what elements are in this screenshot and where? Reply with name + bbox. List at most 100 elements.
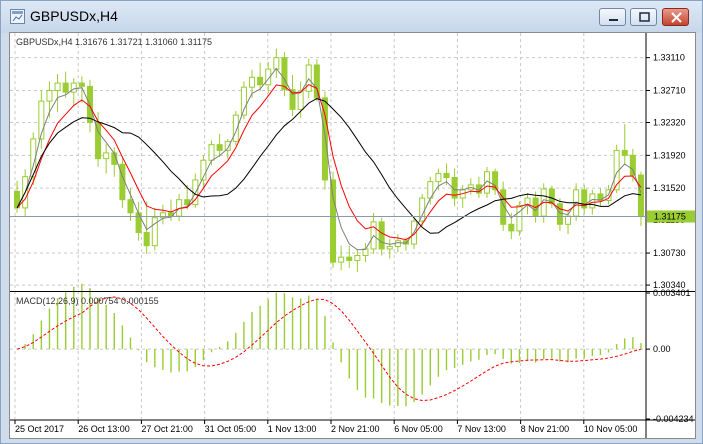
- candle: [273, 48, 280, 79]
- candle-body: [143, 232, 150, 247]
- time-axis-label: 6 Nov 05:00: [394, 424, 443, 434]
- price-axis-label: 1.31520: [653, 183, 686, 193]
- time-axis-label: 31 Oct 05:00: [205, 424, 257, 434]
- candle: [289, 74, 296, 116]
- candle-body: [556, 203, 563, 225]
- price-axis-label: 1.33110: [653, 53, 685, 63]
- candle: [135, 202, 142, 241]
- candle-body: [127, 199, 134, 214]
- title-bar[interactable]: GBPUSDx,H4: [1, 1, 702, 33]
- time-axis-label: 8 Nov 21:00: [521, 424, 570, 434]
- candle: [354, 248, 361, 272]
- candle-body: [119, 163, 126, 201]
- time-axis-label: 25 Oct 2017: [15, 424, 64, 434]
- candle-body: [208, 144, 215, 161]
- candle: [475, 176, 482, 199]
- candle-body: [629, 154, 636, 176]
- close-icon: [671, 12, 682, 23]
- candle: [370, 212, 377, 254]
- candle-body: [443, 172, 450, 179]
- candle: [281, 51, 288, 97]
- candle-body: [338, 256, 345, 263]
- chart-area[interactable]: 1.33110 1.32710 1.32320 1.31920 1.31520 1.307…: [9, 32, 696, 439]
- time-axis-label: 26 Oct 13:00: [78, 424, 130, 434]
- candle: [151, 207, 158, 251]
- candle: [95, 111, 102, 167]
- candle: [556, 198, 563, 231]
- candle-body: [103, 152, 110, 160]
- candle: [103, 143, 110, 174]
- price-axis-label: 1.32320: [653, 117, 686, 127]
- chart-window-icon: [10, 9, 25, 24]
- candle: [297, 81, 304, 118]
- maximize-icon: [639, 12, 650, 22]
- candle-body: [216, 144, 223, 151]
- maximize-button[interactable]: [630, 8, 657, 26]
- candle-body: [240, 86, 247, 116]
- candle-body: [354, 255, 361, 261]
- candle: [581, 184, 588, 215]
- candle-body: [516, 204, 523, 232]
- price-axis-label: 1.30730: [653, 248, 686, 258]
- window-title: GBPUSDx,H4: [30, 8, 118, 24]
- candle: [467, 178, 474, 195]
- price-chart[interactable]: 1.33110 1.32710 1.32320 1.31920 1.31520 1.307…: [10, 33, 695, 438]
- minimize-button[interactable]: [599, 8, 626, 26]
- candle-body: [95, 121, 102, 160]
- candle: [78, 76, 85, 103]
- time-axis-label: 10 Nov 05:00: [584, 424, 638, 434]
- time-axis-label: 2 Nov 21:00: [331, 424, 380, 434]
- time-axis-label: 1 Nov 13:00: [268, 424, 317, 434]
- candle-body: [378, 221, 385, 250]
- candle-body: [54, 82, 61, 91]
- candle-body: [386, 245, 393, 250]
- price-axis-label: 1.31920: [653, 150, 686, 160]
- candle: [346, 245, 353, 268]
- candles-layer: [14, 48, 644, 272]
- candle-body: [78, 82, 85, 87]
- candle: [451, 168, 458, 207]
- candle-body: [62, 82, 69, 93]
- candle-body: [273, 57, 280, 70]
- macd-axis-label: -0.004234: [653, 414, 694, 424]
- grid-lines: [10, 33, 646, 419]
- candle: [119, 158, 126, 208]
- close-button[interactable]: [662, 8, 689, 26]
- candle: [159, 204, 166, 225]
- candle: [613, 144, 620, 194]
- candle-body: [305, 64, 312, 92]
- candle: [427, 176, 434, 205]
- candle: [637, 171, 644, 226]
- candle: [321, 91, 328, 190]
- candle: [70, 78, 77, 107]
- candle: [597, 188, 604, 207]
- candle: [143, 201, 150, 254]
- chart-header-label: GBPUSDx,H4 1.31676 1.31721 1.31060 1.311…: [16, 37, 212, 47]
- candle-body: [565, 215, 572, 225]
- chart-window: GBPUSDx,H4 1.33110 1.32710 1.32320 1.31920 1…: [0, 0, 703, 444]
- candle-body: [435, 172, 442, 183]
- macd-axis-label: 0.003401: [653, 288, 691, 298]
- axis-layer: 1.33110 1.32710 1.32320 1.31920 1.31520 1.307…: [10, 33, 695, 438]
- candle: [378, 217, 385, 256]
- candle-body: [46, 89, 53, 102]
- time-axis-label: 7 Nov 13:00: [457, 424, 506, 434]
- candle: [54, 74, 61, 112]
- candle-body: [419, 197, 426, 222]
- candle-body: [394, 240, 401, 247]
- moving-average-line: [16, 67, 642, 251]
- candle-body: [257, 76, 264, 86]
- candle-body: [330, 179, 337, 263]
- candle: [305, 58, 312, 98]
- candle-body: [508, 223, 515, 232]
- time-axis-label: 27 Oct 21:00: [141, 424, 193, 434]
- macd-label: MACD(12,26,9) 0.000754 0.000155: [16, 296, 159, 306]
- candle-body: [621, 149, 628, 156]
- candle-body: [249, 76, 256, 88]
- candle-body: [346, 256, 353, 261]
- candle-body: [297, 90, 304, 110]
- candle: [200, 155, 207, 189]
- macd-axis-label: 0.00: [653, 344, 671, 354]
- current-price-label: 1.31175: [654, 212, 686, 222]
- moving-averages-layer: [16, 67, 642, 251]
